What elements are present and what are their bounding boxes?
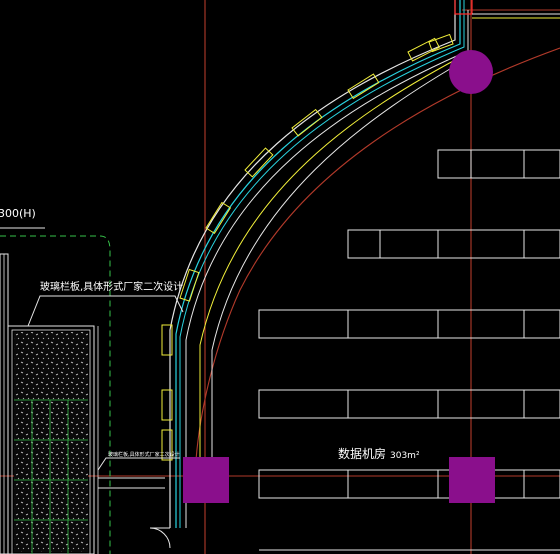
room-name-label: 数据机房 bbox=[338, 446, 386, 461]
structural-columns bbox=[183, 50, 495, 503]
room-area-label: 303m² bbox=[390, 451, 420, 461]
slab-edge-line bbox=[211, 55, 473, 470]
equipment-row bbox=[258, 469, 560, 499]
wall-outer-line bbox=[169, 0, 456, 528]
grid-arc bbox=[195, 47, 560, 461]
dimension-text: 300(H) bbox=[0, 207, 36, 220]
equipment-row bbox=[437, 149, 560, 179]
railing-panel bbox=[205, 201, 232, 234]
left-structure bbox=[0, 227, 171, 554]
column-square-right bbox=[449, 457, 495, 503]
equipment-rows bbox=[258, 149, 560, 551]
glass-railing-note: 玻璃栏板,具体形式厂家二次设计 bbox=[40, 280, 183, 293]
railing-panel bbox=[291, 108, 323, 137]
wall-inner-line bbox=[185, 10, 469, 528]
glass-line-a bbox=[175, 0, 461, 528]
column-round bbox=[449, 50, 493, 94]
cad-floor-plan: 300(H) 玻璃栏板,具体形式厂家二次设计 玻璃栏板,具体形式厂家二次设计 数… bbox=[0, 0, 560, 554]
equipment-row bbox=[258, 309, 560, 339]
small-railing-note: 玻璃栏板,具体形式厂家二次设计 bbox=[108, 451, 180, 458]
glass-note-leader bbox=[27, 295, 184, 327]
equipment-row bbox=[258, 389, 560, 419]
cad-drawing-canvas: 300(H) 玻璃栏板,具体形式厂家二次设计 玻璃栏板,具体形式厂家二次设计 数… bbox=[0, 0, 560, 554]
door-swing bbox=[149, 527, 171, 549]
hatch-fill bbox=[14, 332, 88, 552]
column-square-left bbox=[183, 457, 229, 503]
